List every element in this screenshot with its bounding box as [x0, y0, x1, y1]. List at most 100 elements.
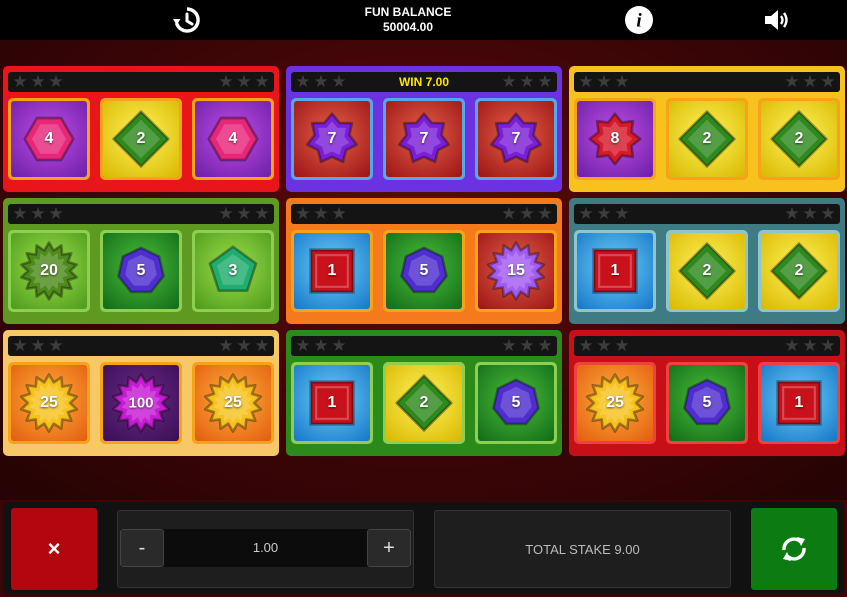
star-icon: ★ [614, 204, 630, 223]
star-icon: ★ [236, 72, 252, 91]
symbol-tile[interactable]: 2 [383, 362, 465, 444]
stake-value: 1.00 [252, 540, 279, 555]
symbol-value: 20 [40, 262, 58, 279]
symbol-tile[interactable]: 20 [8, 230, 90, 312]
symbol-value: 5 [136, 262, 146, 279]
star-icon: ★ [501, 336, 517, 355]
symbol-tile[interactable]: 7 [383, 98, 465, 180]
symbol-tile[interactable]: 25 [574, 362, 656, 444]
symbol-tile[interactable]: 15 [475, 230, 557, 312]
star-rating-left: ★ ★ ★ [11, 204, 65, 223]
symbol-tile[interactable]: 2 [666, 230, 748, 312]
star-icon: ★ [519, 204, 535, 223]
star-icon: ★ [313, 204, 329, 223]
symbol-tile[interactable]: 3 [192, 230, 274, 312]
symbol-tile[interactable]: 25 [8, 362, 90, 444]
close-button[interactable]: × [11, 508, 97, 590]
increase-stake-button[interactable]: + [367, 529, 411, 567]
balance-label: FUN BALANCE [364, 5, 452, 19]
symbol-value: 2 [419, 394, 429, 411]
star-icon: ★ [596, 336, 612, 355]
symbol-tile[interactable]: 2 [758, 98, 840, 180]
star-icon: ★ [30, 204, 46, 223]
symbol-tile[interactable]: 7 [475, 98, 557, 180]
star-icon: ★ [12, 336, 28, 355]
card-header: ★ ★ ★ ★ ★ ★ [574, 336, 840, 356]
game-card-1[interactable]: ★ ★ ★ ★ ★ ★ 4 2 4 [3, 66, 279, 192]
star-icon: ★ [537, 204, 553, 223]
star-icon: ★ [254, 72, 270, 91]
star-rating-left: ★ ★ ★ [294, 204, 348, 223]
star-rating-right: ★ ★ ★ [217, 72, 271, 91]
game-card-4[interactable]: ★ ★ ★ ★ ★ ★ 20 5 3 [3, 198, 279, 324]
star-icon: ★ [295, 204, 311, 223]
symbol-value: 15 [507, 262, 525, 279]
symbol-tile[interactable]: 2 [758, 230, 840, 312]
svg-text:i: i [636, 11, 642, 32]
star-icon: ★ [614, 72, 630, 91]
game-card-5[interactable]: ★ ★ ★ ★ ★ ★ 1 5 15 [286, 198, 562, 324]
card-header: ★ ★ ★ ★ ★ ★ [8, 336, 274, 356]
star-icon: ★ [30, 72, 46, 91]
minus-icon: - [138, 536, 146, 559]
control-bar: × - 1.00 + TOTAL STAKE 9.00 [0, 500, 847, 597]
game-card-8[interactable]: ★ ★ ★ ★ ★ ★ 1 2 5 [286, 330, 562, 456]
game-card-3[interactable]: ★ ★ ★ ★ ★ ★ 8 2 2 [569, 66, 845, 192]
star-icon: ★ [537, 336, 553, 355]
star-icon: ★ [218, 72, 234, 91]
star-rating-right: ★ ★ ★ [217, 204, 271, 223]
symbol-value: 3 [228, 262, 238, 279]
symbol-value: 2 [702, 262, 712, 279]
symbol-tile[interactable]: 25 [192, 362, 274, 444]
symbol-tile[interactable]: 8 [574, 98, 656, 180]
symbol-tile[interactable]: 2 [666, 98, 748, 180]
star-icon: ★ [578, 72, 594, 91]
card-header: ★ ★ ★ ★ ★ ★ WIN 7.00 [291, 72, 557, 92]
symbol-tile[interactable]: 5 [100, 230, 182, 312]
symbol-tile[interactable]: 1 [574, 230, 656, 312]
game-card-9[interactable]: ★ ★ ★ ★ ★ ★ 25 51 [569, 330, 845, 456]
star-icon: ★ [596, 72, 612, 91]
symbol-value: 25 [40, 394, 58, 411]
symbol-value: 100 [128, 394, 154, 412]
symbol-value: 2 [794, 262, 804, 279]
star-rating-left: ★ ★ ★ [577, 72, 631, 91]
game-card-2[interactable]: ★ ★ ★ ★ ★ ★ WIN 7.00 7 7 7 [286, 66, 562, 192]
symbol-value: 7 [327, 130, 337, 147]
symbol-tile[interactable]: 1 [291, 230, 373, 312]
star-icon: ★ [802, 204, 818, 223]
symbol-tile[interactable]: 1 [758, 362, 840, 444]
plus-icon: + [383, 536, 395, 559]
symbol-value: 2 [702, 130, 712, 147]
symbol-tile[interactable]: 4 [8, 98, 90, 180]
symbol-tile[interactable]: 7 [291, 98, 373, 180]
refresh-icon [782, 537, 806, 561]
symbol-value: 5 [419, 262, 429, 279]
game-board: ★ ★ ★ ★ ★ ★ 4 2 4 ★ ★ ★ ★ ★ ★ WIN 7.00 7 7 7 ★ ★ ★ ★ ★ ★ 8… [0, 40, 847, 500]
stake-selector: - 1.00 + [117, 510, 414, 588]
symbol-tile[interactable]: 2 [100, 98, 182, 180]
symbol-tile[interactable]: 5 [383, 230, 465, 312]
symbol-tile[interactable]: 5 [475, 362, 557, 444]
history-icon[interactable] [172, 5, 202, 35]
top-bar: FUN BALANCE 50004.00 i [0, 0, 847, 40]
star-icon: ★ [802, 336, 818, 355]
star-icon: ★ [820, 204, 836, 223]
star-rating-left: ★ ★ ★ [294, 337, 348, 354]
decrease-stake-button[interactable]: - [120, 529, 164, 567]
symbol-tile[interactable]: 100 [100, 362, 182, 444]
info-icon[interactable]: i [624, 5, 654, 35]
game-card-6[interactable]: ★ ★ ★ ★ ★ ★ 1 2 2 [569, 198, 845, 324]
symbol-value: 2 [136, 130, 146, 147]
symbol-tile[interactable]: 4 [192, 98, 274, 180]
spin-button[interactable] [751, 508, 837, 590]
symbol-tile[interactable]: 5 [666, 362, 748, 444]
star-icon: ★ [218, 204, 234, 223]
sound-icon[interactable] [762, 5, 792, 35]
game-card-7[interactable]: ★ ★ ★ ★ ★ ★ 25 100 25 [3, 330, 279, 456]
card-header: ★ ★ ★ ★ ★ ★ [8, 72, 274, 92]
symbol-value: 4 [44, 130, 54, 147]
symbol-value: 4 [228, 130, 238, 147]
symbol-value: 1 [327, 394, 337, 411]
symbol-tile[interactable]: 1 [291, 362, 373, 444]
